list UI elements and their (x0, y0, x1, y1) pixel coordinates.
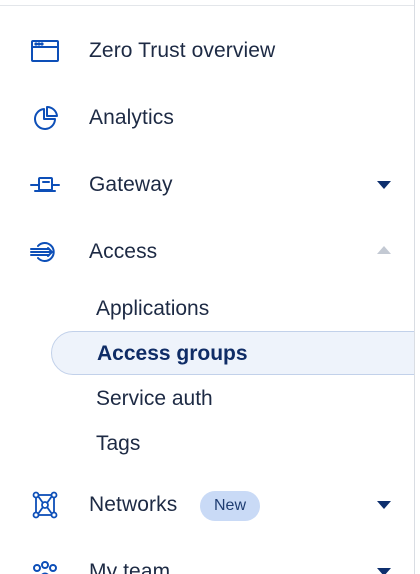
top-divider (0, 5, 414, 6)
new-badge: New (200, 491, 261, 521)
sidebar-item-access[interactable]: Access (0, 224, 414, 280)
sidebar-item-zero-trust-overview[interactable]: Zero Trust overview (0, 23, 414, 79)
sidebar-item-label: Zero Trust overview (89, 39, 276, 62)
chevron-up-icon[interactable] (377, 246, 391, 254)
gateway-icon (29, 171, 61, 199)
browser-window-icon (29, 37, 61, 65)
sidebar-subitem-tags[interactable]: Tags (51, 421, 414, 465)
chevron-down-icon[interactable] (377, 501, 391, 509)
sidebar-subitem-label: Applications (96, 297, 210, 320)
sidebar-subitem-access-groups[interactable]: Access groups (51, 331, 414, 375)
team-icon (29, 558, 61, 574)
sidebar-item-label: Networks (89, 493, 178, 516)
chevron-down-icon[interactable] (377, 568, 391, 574)
sidebar-subitem-service-auth[interactable]: Service auth (51, 376, 414, 420)
sidebar-item-analytics[interactable]: Analytics (0, 90, 414, 146)
sidebar-item-my-team[interactable]: My team (0, 544, 414, 574)
sidebar-item-label: Access (89, 240, 158, 263)
sidebar-subitem-label: Service auth (96, 387, 213, 410)
sidebar-subitem-label: Access groups (97, 342, 248, 365)
sidebar-nav: Zero Trust overview Analytics Gateway Ac… (0, 0, 415, 574)
network-nodes-icon (29, 491, 61, 519)
sidebar-item-networks[interactable]: Networks New (0, 477, 414, 533)
sidebar-subitem-label: Tags (96, 432, 141, 455)
sidebar-item-label: My team (89, 560, 171, 574)
sidebar-item-gateway[interactable]: Gateway (0, 157, 414, 213)
sidebar-subitem-applications[interactable]: Applications (51, 286, 414, 330)
chevron-down-icon[interactable] (377, 181, 391, 189)
sidebar-item-label: Gateway (89, 173, 173, 196)
access-arrow-icon (29, 238, 61, 266)
pie-chart-icon (29, 104, 61, 132)
sidebar-item-label: Analytics (89, 106, 174, 129)
